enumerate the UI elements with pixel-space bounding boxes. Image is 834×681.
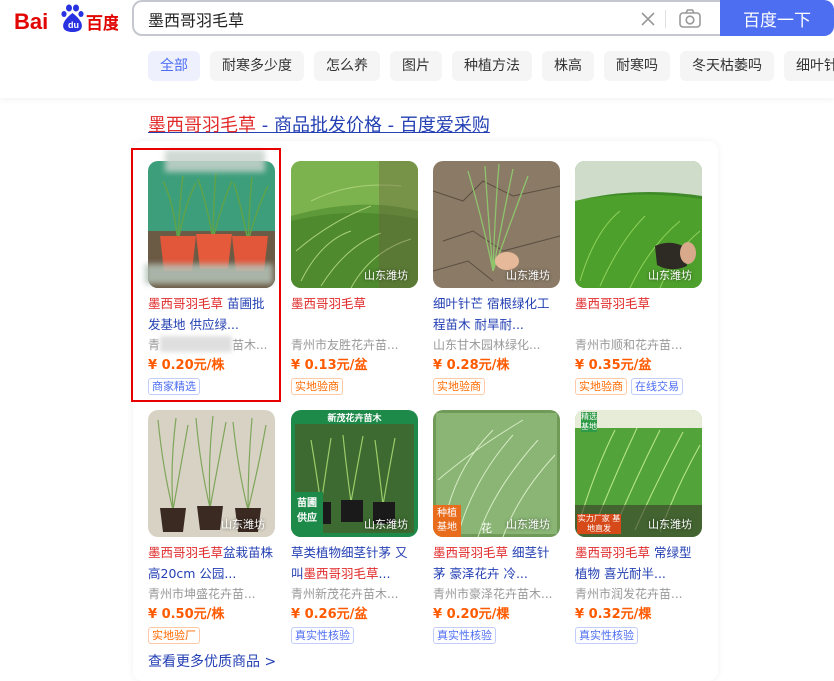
location-tag: 山东潍坊	[221, 518, 265, 531]
search-input[interactable]	[148, 6, 618, 32]
baidu-search-page: Bai du 百度 墨西哥羽毛草 百度一下 全部 耐寒多少度 怎么养 图片 种植…	[0, 0, 834, 681]
product-shop[interactable]: 青州新茂花卉苗木...	[291, 584, 418, 604]
product-badge: 实地验厂	[148, 627, 200, 644]
more-products-link[interactable]: 查看更多优质商品 >	[148, 651, 276, 671]
image-overlay-text: 种植基地	[433, 505, 461, 537]
svg-text:du: du	[68, 20, 79, 30]
product-title[interactable]: 墨西哥羽毛草 细茎针茅 豪泽花卉 冷...	[433, 542, 560, 584]
search-header: Bai du 百度 墨西哥羽毛草 百度一下 全部 耐寒多少度 怎么养 图片 种植…	[0, 0, 834, 98]
product-title[interactable]: 墨西哥羽毛草 常绿型植物 喜光耐半...	[575, 542, 702, 584]
product-price: ¥ 0.26元/盆	[291, 607, 368, 622]
product-image[interactable]: 种植基地 花 山东潍坊	[433, 410, 560, 537]
product-shop[interactable]: 青州市顺和花卉苗...	[575, 335, 702, 355]
product-title-text: ...	[378, 566, 391, 581]
location-tag: 山东潍坊	[506, 518, 550, 531]
product-card[interactable]: 种植基地 花 山东潍坊 墨西哥羽毛草 细茎针茅 豪泽花卉 冷... 青州市豪泽花…	[433, 410, 560, 644]
search-box	[132, 0, 722, 36]
product-title-highlight: 墨西哥羽毛草	[148, 545, 224, 560]
divider	[665, 10, 666, 28]
location-tag: 山东潍坊	[364, 269, 408, 282]
product-badges: 真实性核验	[291, 627, 418, 644]
product-title-highlight: 墨西哥羽毛草	[575, 545, 651, 560]
tab-suggestion[interactable]: 耐寒多少度	[210, 51, 304, 81]
product-badge: 在线交易	[631, 378, 683, 395]
product-card[interactable]: 山东潍坊 细叶针芒 宿根绿化工程苗木 耐旱耐... 山东甘木园林绿化... ¥ …	[433, 161, 560, 395]
product-badges: 实地验商 在线交易	[575, 378, 702, 395]
tab-suggestion[interactable]: 细叶针	[784, 51, 834, 81]
product-badge: 实地验商	[575, 378, 627, 395]
product-badges: 实地验商	[291, 378, 418, 395]
product-badges: 真实性核验	[575, 627, 702, 644]
product-title[interactable]: 细叶针芒 宿根绿化工程苗木 耐旱耐...	[433, 293, 560, 335]
tab-suggestion[interactable]: 种植方法	[452, 51, 532, 81]
product-shop[interactable]: 青州市豪泽花卉苗木...	[433, 584, 560, 604]
svg-text:Bai: Bai	[14, 9, 48, 34]
tab-suggestion[interactable]: 怎么养	[314, 51, 380, 81]
product-badges: 实地验商	[433, 378, 560, 395]
tab-all[interactable]: 全部	[148, 51, 200, 81]
product-card[interactable]: 新茂花卉苗木 苗圃供应 山东潍坊 草类植物细茎针茅 又叫墨西哥羽毛草... 青州…	[291, 410, 418, 644]
product-title-highlight: 墨西哥羽毛草	[433, 545, 509, 560]
product-shop[interactable]: 山东甘木园林绿化...	[433, 335, 560, 355]
product-image[interactable]: 新茂花卉苗木 苗圃供应 山东潍坊	[291, 410, 418, 537]
svg-text:百度: 百度	[86, 13, 118, 34]
product-image[interactable]: 精选基地 实力厂家 基地直发 山东潍坊	[575, 410, 702, 537]
product-title-highlight: 墨西哥羽毛草	[575, 296, 651, 311]
product-price: ¥ 0.28元/株	[433, 358, 510, 373]
image-overlay-text: 花	[481, 522, 492, 535]
product-price: ¥ 0.20元/棵	[433, 607, 510, 622]
product-shop[interactable]: 青州市润发花卉苗...	[575, 584, 702, 604]
product-shop[interactable]: 青州市坤盛花卉苗...	[148, 584, 275, 604]
result-title-link[interactable]: 墨西哥羽毛草 - 商品批发价格 - 百度爱采购	[148, 111, 490, 137]
product-shop[interactable]: 青州市友胜花卉苗...	[291, 335, 418, 355]
product-title-text: 细叶针芒 宿根绿化工程苗木 耐旱耐...	[433, 296, 550, 332]
product-title[interactable]: 墨西哥羽毛草盆栽苗株高20cm 公园...	[148, 542, 275, 584]
product-image[interactable]: 山东潍坊	[291, 161, 418, 288]
baidu-logo[interactable]: Bai du 百度	[14, 4, 121, 36]
tab-suggestion[interactable]: 耐寒吗	[604, 51, 670, 81]
product-card[interactable]: 山东潍坊 墨西哥羽毛草盆栽苗株高20cm 公园... 青州市坤盛花卉苗... ¥…	[148, 410, 275, 644]
camera-icon[interactable]	[678, 8, 702, 30]
product-image[interactable]: 山东潍坊	[433, 161, 560, 288]
product-badge: 实地验商	[291, 378, 343, 395]
clear-icon[interactable]	[638, 9, 658, 29]
product-title[interactable]: 墨西哥羽毛草	[291, 293, 418, 335]
image-overlay-text: 精选基地	[581, 412, 597, 432]
product-badge: 真实性核验	[575, 627, 638, 644]
location-tag: 山东潍坊	[364, 518, 408, 531]
result-title-text: - 商品批发价格 - 百度爱采购	[256, 115, 490, 136]
product-title[interactable]: 草类植物细茎针茅 又叫墨西哥羽毛草...	[291, 542, 418, 584]
tab-suggestion[interactable]: 冬天枯萎吗	[680, 51, 774, 81]
product-card[interactable]: 山东潍坊 墨西哥羽毛草 青州市顺和花卉苗... ¥ 0.35元/盆 实地验商 在…	[575, 161, 702, 395]
product-badges: 真实性核验	[433, 627, 560, 644]
product-badges: 实地验厂	[148, 627, 275, 644]
product-badge: 真实性核验	[291, 627, 354, 644]
product-price: ¥ 0.35元/盆	[575, 358, 652, 373]
location-tag: 山东潍坊	[648, 269, 692, 282]
product-price: ¥ 0.50元/株	[148, 607, 225, 622]
location-tag: 山东潍坊	[648, 518, 692, 531]
product-title-highlight: 墨西哥羽毛草	[303, 566, 379, 581]
result-title-highlight: 墨西哥羽毛草	[148, 115, 256, 136]
search-button[interactable]: 百度一下	[720, 0, 834, 36]
product-price: ¥ 0.13元/盆	[291, 358, 368, 373]
location-tag: 山东潍坊	[506, 269, 550, 282]
product-image[interactable]: 山东潍坊	[148, 410, 275, 537]
tab-suggestion[interactable]: 株高	[542, 51, 594, 81]
image-overlay-text: 苗圃供应	[297, 498, 317, 524]
product-badge: 实地验商	[433, 378, 485, 395]
product-title[interactable]: 墨西哥羽毛草	[575, 293, 702, 335]
image-overlay-text: 新茂花卉苗木	[327, 414, 382, 424]
annotation-highlight-box	[131, 148, 281, 402]
product-image[interactable]: 山东潍坊	[575, 161, 702, 288]
product-title-highlight: 墨西哥羽毛草	[291, 296, 367, 311]
product-price: ¥ 0.32元/棵	[575, 607, 652, 622]
image-overlay-text: 实力厂家 基地直发	[577, 514, 621, 534]
product-badge: 真实性核验	[433, 627, 496, 644]
product-card[interactable]: 山东潍坊 墨西哥羽毛草 青州市友胜花卉苗... ¥ 0.13元/盆 实地验商	[291, 161, 418, 395]
product-card[interactable]: 精选基地 实力厂家 基地直发 山东潍坊 墨西哥羽毛草 常绿型植物 喜光耐半...…	[575, 410, 702, 644]
tab-images[interactable]: 图片	[390, 51, 442, 81]
search-tabs: 全部 耐寒多少度 怎么养 图片 种植方法 株高 耐寒吗 冬天枯萎吗 细叶针	[148, 51, 834, 83]
